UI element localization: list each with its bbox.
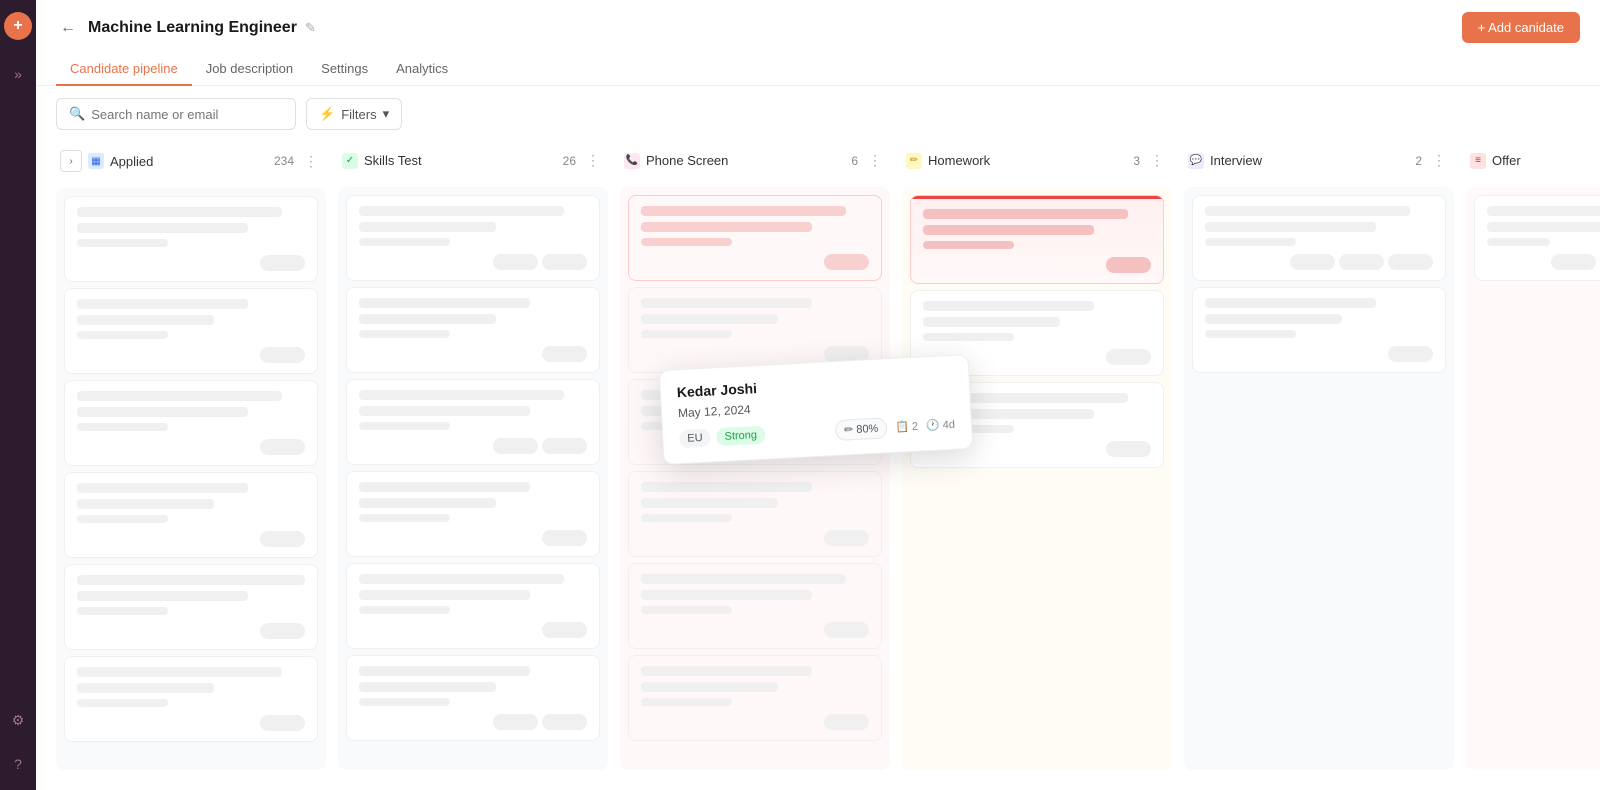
- phone-icon: 📞: [624, 153, 640, 169]
- table-row[interactable]: [1192, 195, 1446, 281]
- applied-count: 234: [274, 154, 294, 168]
- column-header-offer: ≡ Offer ⋮: [1466, 142, 1600, 179]
- search-box[interactable]: 🔍: [56, 98, 296, 130]
- card-count: 📋 2: [895, 420, 918, 434]
- add-candidate-button[interactable]: + Add canidate: [1462, 12, 1580, 43]
- offer-cards: [1466, 187, 1600, 770]
- sidebar: + » ⚙ ?: [0, 0, 36, 790]
- table-row[interactable]: [64, 656, 318, 742]
- page-title: Machine Learning Engineer: [88, 19, 297, 37]
- interview-title: Interview: [1210, 153, 1409, 168]
- column-offer: ≡ Offer ⋮: [1466, 142, 1600, 770]
- table-row[interactable]: [64, 380, 318, 466]
- table-row[interactable]: [64, 564, 318, 650]
- table-row[interactable]: [346, 471, 600, 557]
- card-tags: EU Strong: [679, 425, 766, 447]
- filter-icon: ⚡: [319, 106, 335, 122]
- interview-cards: [1184, 187, 1454, 770]
- back-button[interactable]: ←: [56, 17, 80, 39]
- column-header-phone: 📞 Phone Screen 6 ⋮: [620, 142, 890, 179]
- column-expand-button[interactable]: ›: [60, 150, 82, 172]
- offer-icon: ≡: [1470, 153, 1486, 169]
- card-meta: 📋 2 🕐 4d: [895, 418, 955, 434]
- column-header-applied: › ▦ Applied 234 ⋮: [56, 142, 326, 180]
- score-value: 80%: [856, 422, 879, 435]
- kanban-board: › ▦ Applied 234 ⋮: [36, 142, 1600, 790]
- tab-job-description[interactable]: Job description: [192, 53, 307, 86]
- phone-cards: [620, 187, 890, 770]
- skills-icon: ✓: [342, 153, 358, 169]
- table-row[interactable]: [346, 379, 600, 465]
- phone-menu-icon[interactable]: ⋮: [864, 150, 886, 171]
- card-time-icon: 🕐: [926, 419, 940, 433]
- tag-eu: EU: [679, 428, 711, 448]
- score-badge: ✏ 80%: [835, 417, 888, 441]
- skills-menu-icon[interactable]: ⋮: [582, 150, 604, 171]
- table-row[interactable]: [628, 563, 882, 649]
- header-top: ← Machine Learning Engineer ✎ + Add cani…: [56, 12, 1580, 43]
- column-homework: ✏ Homework 3 ⋮: [902, 142, 1172, 770]
- search-input[interactable]: [91, 107, 283, 122]
- homework-count: 3: [1133, 154, 1140, 168]
- homework-menu-icon[interactable]: ⋮: [1146, 150, 1168, 171]
- skills-cards: [338, 187, 608, 770]
- applied-menu-icon[interactable]: ⋮: [300, 151, 322, 172]
- homework-cards: [902, 187, 1172, 770]
- column-interview: 💬 Interview 2 ⋮: [1184, 142, 1454, 770]
- skills-title: Skills Test: [364, 153, 557, 168]
- interview-icon: 💬: [1188, 153, 1204, 169]
- applied-cards: [56, 188, 326, 770]
- offer-title: Offer: [1492, 153, 1600, 168]
- main-content: ← Machine Learning Engineer ✎ + Add cani…: [36, 0, 1600, 790]
- card-time: 🕐 4d: [926, 418, 956, 432]
- tab-analytics[interactable]: Analytics: [382, 53, 462, 86]
- highlighted-card-kedar[interactable]: Kedar Joshi May 12, 2024 EU Strong ✏ 80%…: [659, 354, 974, 465]
- applied-icon: ▦: [88, 153, 104, 169]
- homework-icon: ✏: [906, 153, 922, 169]
- table-row[interactable]: [64, 288, 318, 374]
- table-row[interactable]: [910, 195, 1164, 284]
- filter-label: Filters: [341, 107, 376, 122]
- header: ← Machine Learning Engineer ✎ + Add cani…: [36, 0, 1600, 86]
- interview-menu-icon[interactable]: ⋮: [1428, 150, 1450, 171]
- filter-chevron-icon: ▾: [383, 106, 390, 122]
- phone-title: Phone Screen: [646, 153, 845, 168]
- table-row[interactable]: [346, 563, 600, 649]
- column-header-skills: ✓ Skills Test 26 ⋮: [338, 142, 608, 179]
- tag-strong: Strong: [716, 425, 765, 446]
- card-count-icon: 📋: [895, 420, 909, 434]
- title-row: ← Machine Learning Engineer ✎: [56, 17, 316, 39]
- table-row[interactable]: [346, 655, 600, 741]
- tab-candidate-pipeline[interactable]: Candidate pipeline: [56, 53, 192, 86]
- column-applied: › ▦ Applied 234 ⋮: [56, 142, 326, 770]
- homework-title: Homework: [928, 153, 1127, 168]
- edit-icon[interactable]: ✎: [305, 20, 316, 36]
- interview-count: 2: [1415, 154, 1422, 168]
- table-row[interactable]: [64, 472, 318, 558]
- settings-icon[interactable]: ⚙: [4, 706, 32, 734]
- help-icon[interactable]: ?: [4, 750, 32, 778]
- column-header-interview: 💬 Interview 2 ⋮: [1184, 142, 1454, 179]
- table-row[interactable]: [628, 195, 882, 281]
- table-row[interactable]: [346, 287, 600, 373]
- table-row[interactable]: [64, 196, 318, 282]
- tabs: Candidate pipeline Job description Setti…: [56, 53, 1580, 85]
- table-row[interactable]: [628, 471, 882, 557]
- toolbar: 🔍 ⚡ Filters ▾: [36, 86, 1600, 142]
- skills-count: 26: [563, 154, 576, 168]
- tab-settings[interactable]: Settings: [307, 53, 382, 86]
- score-icon: ✏: [844, 423, 854, 436]
- column-skills-test: ✓ Skills Test 26 ⋮: [338, 142, 608, 770]
- phone-count: 6: [851, 154, 858, 168]
- filter-button[interactable]: ⚡ Filters ▾: [306, 98, 402, 130]
- sidebar-logo[interactable]: +: [4, 12, 32, 40]
- table-row[interactable]: [1474, 195, 1600, 281]
- column-header-homework: ✏ Homework 3 ⋮: [902, 142, 1172, 179]
- applied-title: Applied: [110, 154, 268, 169]
- search-icon: 🔍: [69, 106, 85, 122]
- table-row[interactable]: [346, 195, 600, 281]
- sidebar-expand-icon[interactable]: »: [4, 60, 32, 88]
- table-row[interactable]: [1192, 287, 1446, 373]
- table-row[interactable]: [628, 655, 882, 741]
